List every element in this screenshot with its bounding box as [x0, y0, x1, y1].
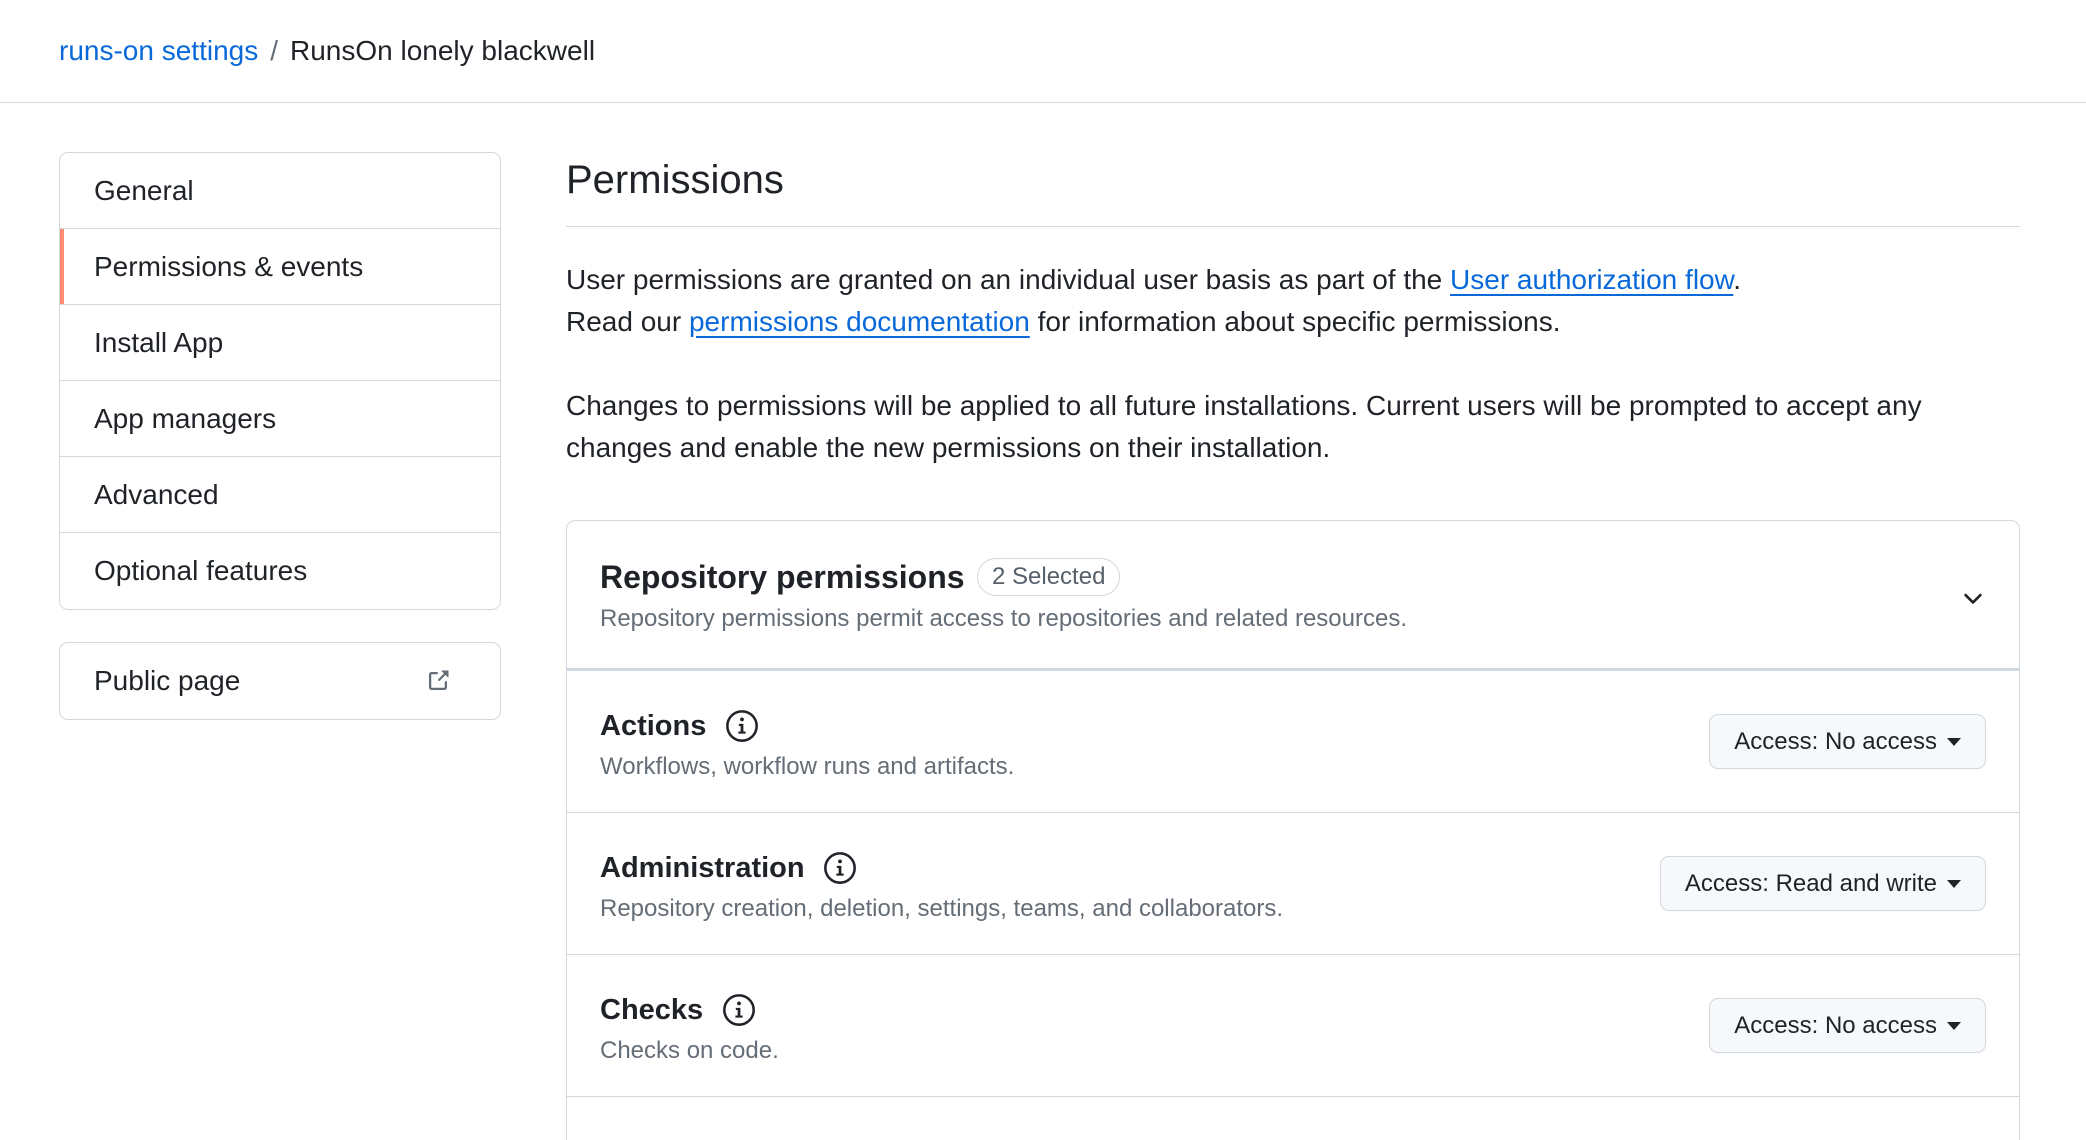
access-dropdown-label: Access: Read and write: [1684, 869, 1937, 897]
permission-title: Administration: [600, 852, 805, 884]
sidebar-item-app-managers[interactable]: App managers: [60, 381, 500, 457]
sidebar-item-general[interactable]: General: [60, 153, 500, 229]
permission-row-actions: Actions Workflows, workflow runs and art…: [567, 671, 2019, 813]
permissions-intro: User permissions are granted on an indiv…: [566, 259, 2020, 469]
access-dropdown-checks[interactable]: Access: No access: [1709, 998, 1986, 1053]
top-bar: runs-on settings / RunsOn lonely blackwell: [0, 0, 2086, 103]
access-dropdown-actions[interactable]: Access: No access: [1709, 714, 1986, 769]
intro-text: Read our: [566, 306, 689, 337]
breadcrumb-separator: /: [270, 35, 278, 66]
sidebar-item-install-app[interactable]: Install App: [60, 305, 500, 381]
repository-permissions-title: Repository permissions: [600, 559, 965, 595]
sidebar-item-optional-features[interactable]: Optional features: [60, 533, 500, 609]
selected-count-badge: 2 Selected: [977, 558, 1121, 596]
intro-text: for information about specific permissio…: [1029, 306, 1561, 337]
sidebar-item-advanced[interactable]: Advanced: [60, 457, 500, 533]
chevron-down-icon[interactable]: [1959, 585, 1987, 613]
permission-row-checks: Checks Checks on code. Access: No access: [567, 955, 2019, 1097]
info-icon[interactable]: [725, 709, 759, 743]
public-page-link[interactable]: Public page: [59, 642, 501, 720]
repository-permissions-subtitle: Repository permissions permit access to …: [600, 605, 1408, 632]
permission-row-administration: Administration Repository creation, dele…: [567, 813, 2019, 955]
info-icon[interactable]: [722, 993, 756, 1027]
breadcrumb-parent-link[interactable]: runs-on settings: [59, 35, 258, 66]
sidebar-item-permissions-events[interactable]: Permissions & events: [60, 229, 500, 305]
access-dropdown-label: Access: No access: [1734, 727, 1937, 755]
caret-down-icon: [1947, 880, 1961, 889]
caret-down-icon: [1947, 738, 1961, 747]
public-page-label: Public page: [94, 665, 241, 696]
intro-text: User permissions are granted on an indiv…: [566, 264, 1451, 295]
caret-down-icon: [1947, 1022, 1961, 1031]
main-content: Permissions User permissions are granted…: [566, 150, 2020, 1140]
repository-permissions-panel: Repository permissions 2 Selected Reposi…: [566, 520, 2020, 1140]
breadcrumb: runs-on settings / RunsOn lonely blackwell: [59, 31, 595, 71]
settings-sidebar: General Permissions & events Install App…: [59, 152, 501, 610]
access-dropdown-label: Access: No access: [1734, 1011, 1937, 1039]
page-title: Permissions: [566, 150, 2020, 227]
info-icon[interactable]: [823, 851, 857, 885]
permission-title: Actions: [600, 710, 707, 742]
external-link-icon: [429, 670, 449, 690]
changes-note: Changes to permissions will be applied t…: [566, 390, 1922, 463]
access-dropdown-administration[interactable]: Access: Read and write: [1659, 856, 1986, 911]
permission-title: Checks: [600, 994, 704, 1026]
intro-text: .: [1733, 264, 1742, 295]
repository-permissions-header[interactable]: Repository permissions 2 Selected Reposi…: [567, 521, 2019, 671]
permissions-documentation-link[interactable]: permissions documentation: [689, 306, 1030, 337]
intro-paragraph: User permissions are granted on an indiv…: [566, 259, 2020, 343]
breadcrumb-current: RunsOn lonely blackwell: [290, 35, 596, 66]
user-authorization-flow-link[interactable]: User authorization flow: [1450, 264, 1733, 295]
